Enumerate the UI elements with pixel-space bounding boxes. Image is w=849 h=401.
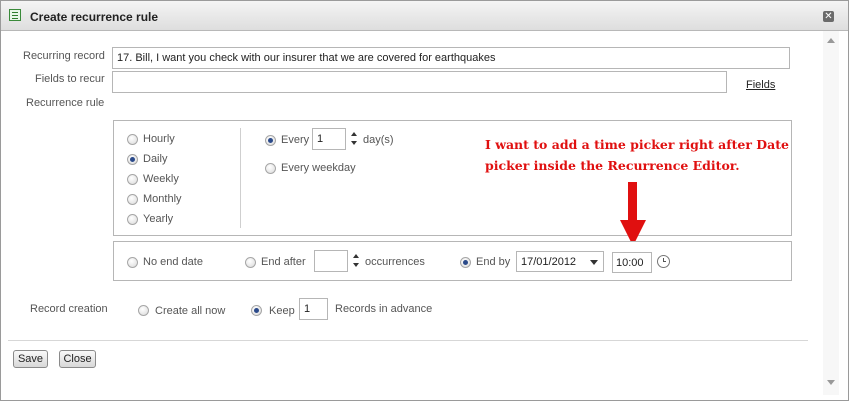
option-daily[interactable]: Daily bbox=[143, 153, 167, 165]
fields-to-recur-input[interactable] bbox=[112, 71, 727, 93]
footer-divider bbox=[8, 340, 808, 341]
recurring-record-label: Recurring record bbox=[23, 50, 105, 62]
save-button[interactable]: Save bbox=[13, 350, 48, 368]
occurrences-label: occurrences bbox=[365, 256, 425, 268]
option-hourly[interactable]: Hourly bbox=[143, 133, 175, 145]
radio-keep[interactable] bbox=[251, 305, 262, 316]
keep-records-input[interactable]: 1 bbox=[299, 298, 328, 320]
every-days-input[interactable]: 1 bbox=[312, 128, 346, 150]
create-all-label[interactable]: Create all now bbox=[155, 305, 225, 317]
frequency-divider bbox=[240, 128, 241, 228]
dialog-title: Create recurrence rule bbox=[30, 10, 159, 24]
record-creation-label: Record creation bbox=[30, 303, 108, 315]
keep-label[interactable]: Keep bbox=[269, 305, 295, 317]
option-monthly[interactable]: Monthly bbox=[143, 193, 182, 205]
dropdown-arrow-icon[interactable] bbox=[590, 260, 598, 265]
records-in-advance-label: Records in advance bbox=[335, 303, 433, 315]
end-by-date-value: 17/01/2012 bbox=[521, 256, 577, 268]
radio-weekly[interactable] bbox=[127, 174, 138, 185]
spinner-icon[interactable] bbox=[353, 251, 360, 271]
option-yearly[interactable]: Yearly bbox=[143, 213, 173, 225]
radio-monthly[interactable] bbox=[127, 194, 138, 205]
radio-every-weekday[interactable] bbox=[265, 163, 276, 174]
option-weekly[interactable]: Weekly bbox=[143, 173, 179, 185]
annotation-line-2: picker inside the Recurrence Editor. bbox=[485, 158, 740, 173]
radio-create-all[interactable] bbox=[138, 305, 149, 316]
no-end-date-label[interactable]: No end date bbox=[143, 256, 203, 268]
radio-no-end[interactable] bbox=[127, 257, 138, 268]
radio-end-by[interactable] bbox=[460, 257, 471, 268]
radio-every[interactable] bbox=[265, 135, 276, 146]
end-panel bbox=[113, 241, 792, 281]
spinner-icon[interactable] bbox=[351, 129, 358, 149]
end-by-label[interactable]: End by bbox=[476, 256, 510, 268]
close-icon[interactable]: ✕ bbox=[823, 11, 834, 22]
end-by-date-picker[interactable]: 17/01/2012 bbox=[516, 251, 604, 272]
radio-daily[interactable] bbox=[127, 154, 138, 165]
fields-to-recur-label: Fields to recur bbox=[35, 73, 105, 85]
radio-end-after[interactable] bbox=[245, 257, 256, 268]
scroll-down-icon[interactable] bbox=[827, 380, 835, 385]
recurrence-rule-label: Recurrence rule bbox=[26, 97, 105, 109]
radio-hourly[interactable] bbox=[127, 134, 138, 145]
occurrences-input[interactable] bbox=[314, 250, 348, 272]
dialog-titlebar: Create recurrence rule ✕ bbox=[1, 1, 848, 31]
vertical-scrollbar[interactable] bbox=[823, 31, 839, 395]
end-after-label[interactable]: End after bbox=[261, 256, 306, 268]
every-label: Every bbox=[281, 134, 310, 146]
every-weekday-label[interactable]: Every weekday bbox=[281, 162, 356, 174]
close-button[interactable]: Close bbox=[59, 350, 96, 368]
days-unit-label: day(s) bbox=[363, 134, 394, 146]
annotation-line-1: I want to add a time picker right after … bbox=[485, 137, 789, 152]
radio-yearly[interactable] bbox=[127, 214, 138, 225]
dialog-icon bbox=[9, 9, 21, 21]
end-by-time-input[interactable]: 10:00 bbox=[612, 252, 652, 273]
scroll-up-icon[interactable] bbox=[827, 38, 835, 43]
fields-link[interactable]: Fields bbox=[746, 79, 775, 91]
recurring-record-input[interactable]: 17. Bill, I want you check with our insu… bbox=[112, 47, 790, 69]
clock-icon[interactable] bbox=[657, 255, 670, 268]
